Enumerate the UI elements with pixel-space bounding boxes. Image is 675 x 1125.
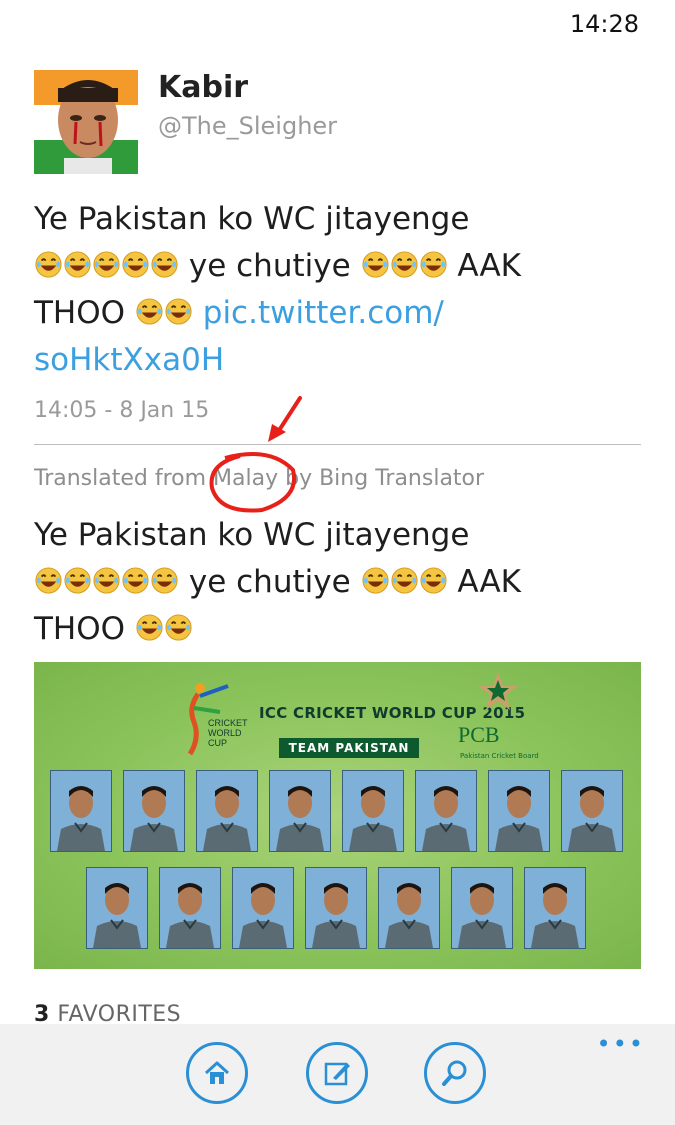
player-photo — [86, 867, 148, 949]
tweet-thoo: THOO — [34, 295, 135, 331]
player-photo — [524, 867, 586, 949]
laughing-face-icon — [419, 251, 447, 278]
svg-text:WORLD: WORLD — [208, 728, 242, 738]
status-bar: 14:28 — [0, 0, 675, 48]
laughing-emoji-group — [135, 611, 193, 647]
player-photo — [232, 867, 294, 949]
laughing-face-icon — [64, 567, 91, 594]
translated-thoo: THOO — [34, 611, 135, 647]
search-button[interactable] — [424, 1042, 486, 1104]
svg-text:CRICKET: CRICKET — [208, 718, 248, 728]
laughing-emoji-group — [34, 248, 179, 284]
laughing-emoji-group — [361, 248, 448, 284]
player-photo — [561, 770, 623, 852]
star-icon — [478, 672, 518, 710]
status-time: 14:28 — [569, 10, 639, 38]
player-photo — [451, 867, 513, 949]
laughing-face-icon — [93, 251, 120, 278]
laughing-face-icon — [136, 614, 163, 641]
laughing-face-icon — [122, 251, 149, 278]
laughing-face-icon — [390, 251, 418, 278]
player-photo — [50, 770, 112, 852]
laughing-face-icon — [151, 251, 178, 278]
laughing-face-icon — [165, 614, 192, 641]
laughing-face-icon — [64, 251, 91, 278]
laughing-face-icon — [390, 567, 418, 594]
avatar[interactable] — [34, 70, 138, 174]
player-photo — [305, 867, 367, 949]
laughing-face-icon — [151, 567, 178, 594]
laughing-face-icon — [361, 567, 389, 594]
laughing-face-icon — [35, 567, 62, 594]
divider — [34, 444, 641, 445]
player-photo — [415, 770, 477, 852]
laughing-emoji-group — [34, 564, 179, 600]
search-icon — [442, 1060, 467, 1086]
player-photo — [196, 770, 258, 852]
laughing-face-icon — [35, 251, 62, 278]
author-handle[interactable]: @The_Sleigher — [158, 112, 337, 140]
translated-line1: Ye Pakistan ko WC jitayenge — [34, 517, 470, 553]
cricket-logo-icon: CRICKET WORLD CUP — [187, 683, 248, 756]
home-button[interactable] — [186, 1042, 248, 1104]
laughing-face-icon — [165, 298, 192, 325]
app-bar: ••• — [0, 1024, 675, 1125]
translated-mid-text: ye chutiye — [179, 564, 361, 600]
translated-aak: AAK — [447, 564, 521, 600]
laughing-face-icon — [136, 298, 163, 325]
laughing-emoji-group — [135, 295, 193, 331]
author-name[interactable]: Kabir — [158, 70, 248, 105]
tweet-aak: AAK — [447, 248, 521, 284]
laughing-emoji-group — [361, 564, 448, 600]
player-photo — [159, 867, 221, 949]
tweet-timestamp: 14:05 - 8 Jan 15 — [34, 398, 210, 423]
media-board: PCB — [458, 722, 500, 747]
tweet-mid-text: ye chutiye — [179, 248, 361, 284]
laughing-face-icon — [361, 251, 389, 278]
tweet-line1: Ye Pakistan ko WC jitayenge — [34, 201, 470, 237]
player-photo — [488, 770, 550, 852]
home-icon — [204, 1061, 230, 1084]
svg-text:CUP: CUP — [208, 738, 227, 748]
translation-note[interactable]: Translated from Malay by Bing Translator — [34, 466, 484, 491]
translated-text: Ye Pakistan ko WC jitayenge ye chutiye A… — [34, 512, 644, 653]
laughing-face-icon — [122, 567, 149, 594]
laughing-face-icon — [93, 567, 120, 594]
compose-button[interactable] — [306, 1042, 368, 1104]
media-board-sub: Pakistan Cricket Board — [460, 752, 539, 760]
player-photo — [378, 867, 440, 949]
media-team-badge: TEAM PAKISTAN — [279, 738, 419, 758]
player-photo — [342, 770, 404, 852]
more-options-button[interactable]: ••• — [597, 1030, 645, 1058]
player-photo — [123, 770, 185, 852]
compose-icon — [324, 1062, 350, 1086]
laughing-face-icon — [419, 567, 447, 594]
player-photo — [269, 770, 331, 852]
tweet-image[interactable]: CRICKET WORLD CUP ICC CRICKET WORLD CUP … — [34, 662, 641, 969]
tweet-text: Ye Pakistan ko WC jitayenge ye chutiye A… — [34, 196, 644, 384]
